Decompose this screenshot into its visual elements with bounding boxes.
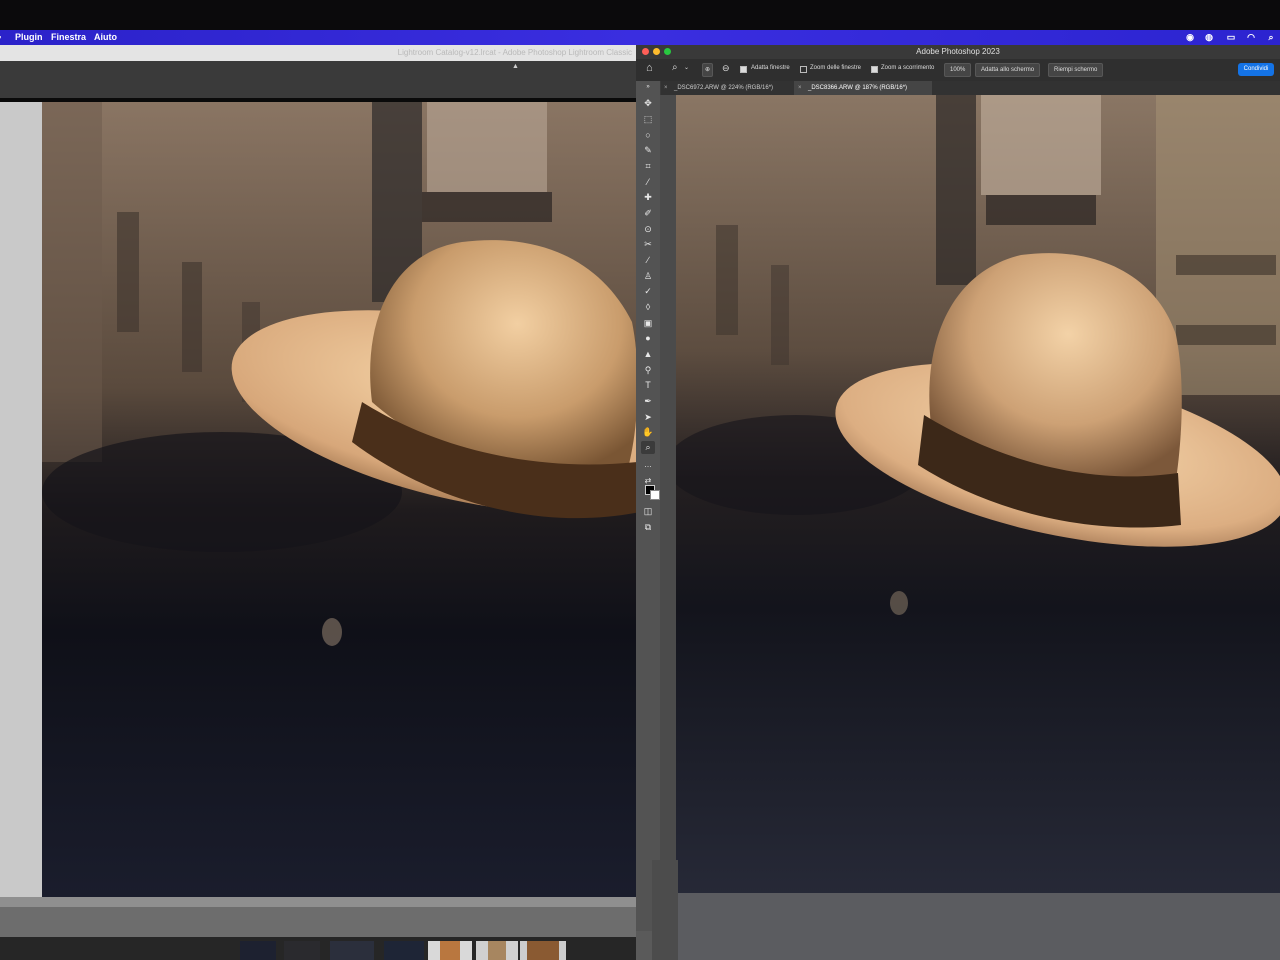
close-window-button[interactable] — [642, 48, 649, 55]
filmstrip-thumbnail-image — [488, 941, 506, 960]
fit-screen-button[interactable]: Adatta allo schermo — [975, 63, 1041, 77]
crop-tool-icon[interactable]: ⌗ — [641, 160, 655, 173]
photoshop-window: Adobe Photoshop 2023 ⌂ ⌕ ⌄ ⊕ ⊖ Adatta fi… — [636, 45, 1280, 960]
screen-mode-icon[interactable]: ⧉ — [641, 521, 655, 534]
tab-dsc8366[interactable]: × _DSC8366.ARW @ 187% (RGB/16*) — [794, 81, 932, 95]
menu-aiuto[interactable]: Aiuto — [94, 32, 117, 42]
eyedropper-tool-icon[interactable]: ⁄ — [641, 176, 655, 189]
fit-windows-label: Adatta finestre — [751, 65, 790, 71]
tab-label: _DSC8366.ARW @ 187% (RGB/16*) — [808, 85, 908, 91]
lightroom-window-title: Lightroom Catalog-v12.lrcat - Adobe Phot… — [397, 48, 632, 57]
healing-tool-icon[interactable]: ✚ — [641, 191, 655, 204]
options-bar: ⌂ ⌕ ⌄ ⊕ ⊖ Adatta finestre Zoom delle fin… — [636, 59, 1280, 81]
lightroom-window: Lightroom Catalog-v12.lrcat - Adobe Phot… — [0, 45, 652, 960]
shape-tool-icon[interactable]: ⚲ — [641, 364, 655, 377]
creative-cloud-icon[interactable]: ◉ — [1185, 32, 1195, 42]
home-icon[interactable]: ⌂ — [646, 62, 653, 74]
lightroom-title-bar: Lightroom Catalog-v12.lrcat - Adobe Phot… — [0, 45, 652, 61]
zoom-100-button[interactable]: 100% — [944, 63, 972, 77]
display-icon[interactable]: ▭ — [1226, 32, 1236, 42]
hand-tool-icon[interactable]: ✋ — [641, 426, 655, 439]
pen-icon[interactable]: ✒ — [641, 395, 655, 408]
minimize-window-button[interactable] — [653, 48, 660, 55]
lasso-tool-icon[interactable]: ○ — [641, 129, 655, 142]
filmstrip-thumbnail-image — [527, 941, 559, 960]
text-tool-icon[interactable]: T — [641, 379, 655, 392]
zoom-tool-preset-icon[interactable]: ⌕ — [672, 62, 678, 73]
document-tabs: × _DSC6972.ARW @ 224% (RGB/16*) × _DSC83… — [660, 81, 1280, 95]
zoom-window-button[interactable] — [664, 48, 671, 55]
menu-plugin[interactable]: Plugin — [15, 32, 43, 42]
selection-arrow-icon[interactable]: ➤ — [641, 411, 655, 424]
close-tab-icon[interactable]: × — [798, 81, 802, 95]
path-select-tool-icon[interactable]: ▲ — [641, 348, 655, 361]
filmstrip-thumbnail[interactable] — [384, 941, 424, 960]
photoshop-title-bar: Adobe Photoshop 2023 — [636, 45, 1280, 59]
pen-tool-icon[interactable]: ▣ — [641, 317, 655, 330]
zoom-all-windows-label: Zoom delle finestre — [810, 65, 862, 71]
chevron-down-icon[interactable]: ⌄ — [684, 64, 689, 71]
zoom-all-windows-checkbox[interactable] — [800, 66, 807, 73]
zoom-in-icon[interactable]: ⊕ — [702, 63, 714, 77]
menu-edge: ▪ — [0, 32, 1, 42]
lightroom-left-panel — [0, 102, 42, 917]
filmstrip-thumbnail[interactable] — [240, 941, 276, 960]
menu-finestra[interactable]: Finestra — [51, 32, 86, 42]
filmstrip-thumbnail[interactable] — [330, 941, 374, 960]
marquee-tool-icon[interactable]: ⬚ — [641, 113, 655, 126]
photoshop-document-canvas[interactable] — [676, 95, 1280, 949]
fill-screen-button[interactable]: Riempi schermo — [1048, 63, 1104, 77]
blur-tool-icon[interactable]: ✓ — [641, 285, 655, 298]
filmstrip-thumbnail-image — [440, 941, 460, 960]
collapse-panel-icon[interactable]: ▲ — [512, 63, 519, 70]
gradient-tool-icon[interactable]: ♙ — [641, 270, 655, 283]
lightroom-module-bar — [0, 61, 652, 98]
lightroom-filmstrip-header — [0, 907, 652, 937]
quick-mask-icon[interactable]: ◫ — [641, 505, 655, 518]
tab-dsc6972[interactable]: × _DSC6972.ARW @ 224% (RGB/16*) — [660, 81, 802, 95]
quick-select-tool-icon[interactable]: ✎ — [641, 144, 655, 157]
status-icon[interactable]: ◍ — [1204, 32, 1214, 42]
zoom-out-icon[interactable]: ⊖ — [722, 63, 730, 74]
scrubby-zoom-checkbox[interactable] — [871, 66, 878, 73]
zoom-tool-icon[interactable]: ⌕ — [641, 441, 655, 454]
window-gap — [652, 860, 678, 960]
tools-panel: » ✥ ⬚ ○ ✎ ⌗ ⁄ ✚ ✐ ⊙ ✂ ∕ ♙ ✓ ◊ ▣ ● ▲ ⚲ T … — [636, 81, 661, 931]
background-color-icon[interactable] — [650, 490, 660, 500]
scrubby-zoom-label: Zoom a scorrimento — [881, 65, 935, 71]
lightroom-photo-preview — [42, 102, 652, 917]
more-tools-icon[interactable]: … — [641, 458, 655, 471]
type-tool-icon[interactable]: ● — [641, 332, 655, 345]
tab-label: _DSC6972.ARW @ 224% (RGB/16*) — [674, 85, 774, 91]
canvas-pasteboard — [676, 893, 1280, 960]
lightroom-toolbar — [0, 897, 652, 907]
close-tab-icon[interactable]: × — [664, 81, 668, 95]
photoshop-window-title: Adobe Photoshop 2023 — [916, 47, 1000, 56]
wifi-icon[interactable]: ◠ — [1246, 32, 1256, 42]
move-tool-icon[interactable]: ✥ — [641, 97, 655, 110]
spotlight-icon[interactable]: ⌕ — [1266, 32, 1276, 42]
history-brush-tool-icon[interactable]: ✂ — [641, 238, 655, 251]
share-button[interactable]: Condividi — [1238, 63, 1274, 76]
fit-windows-checkbox[interactable] — [740, 66, 747, 73]
dodge-tool-icon[interactable]: ◊ — [641, 301, 655, 314]
brush-tool-icon[interactable]: ✐ — [641, 207, 655, 220]
filmstrip-thumbnail[interactable] — [284, 941, 320, 960]
stamp-tool-icon[interactable]: ⊙ — [641, 223, 655, 236]
menu-bar: ▪ Plugin Finestra Aiuto ◉ ◍ ▭ ◠ ⌕ — [0, 30, 1280, 45]
panel-collapse-icon[interactable]: » — [641, 81, 655, 94]
eraser-tool-icon[interactable]: ∕ — [641, 254, 655, 267]
